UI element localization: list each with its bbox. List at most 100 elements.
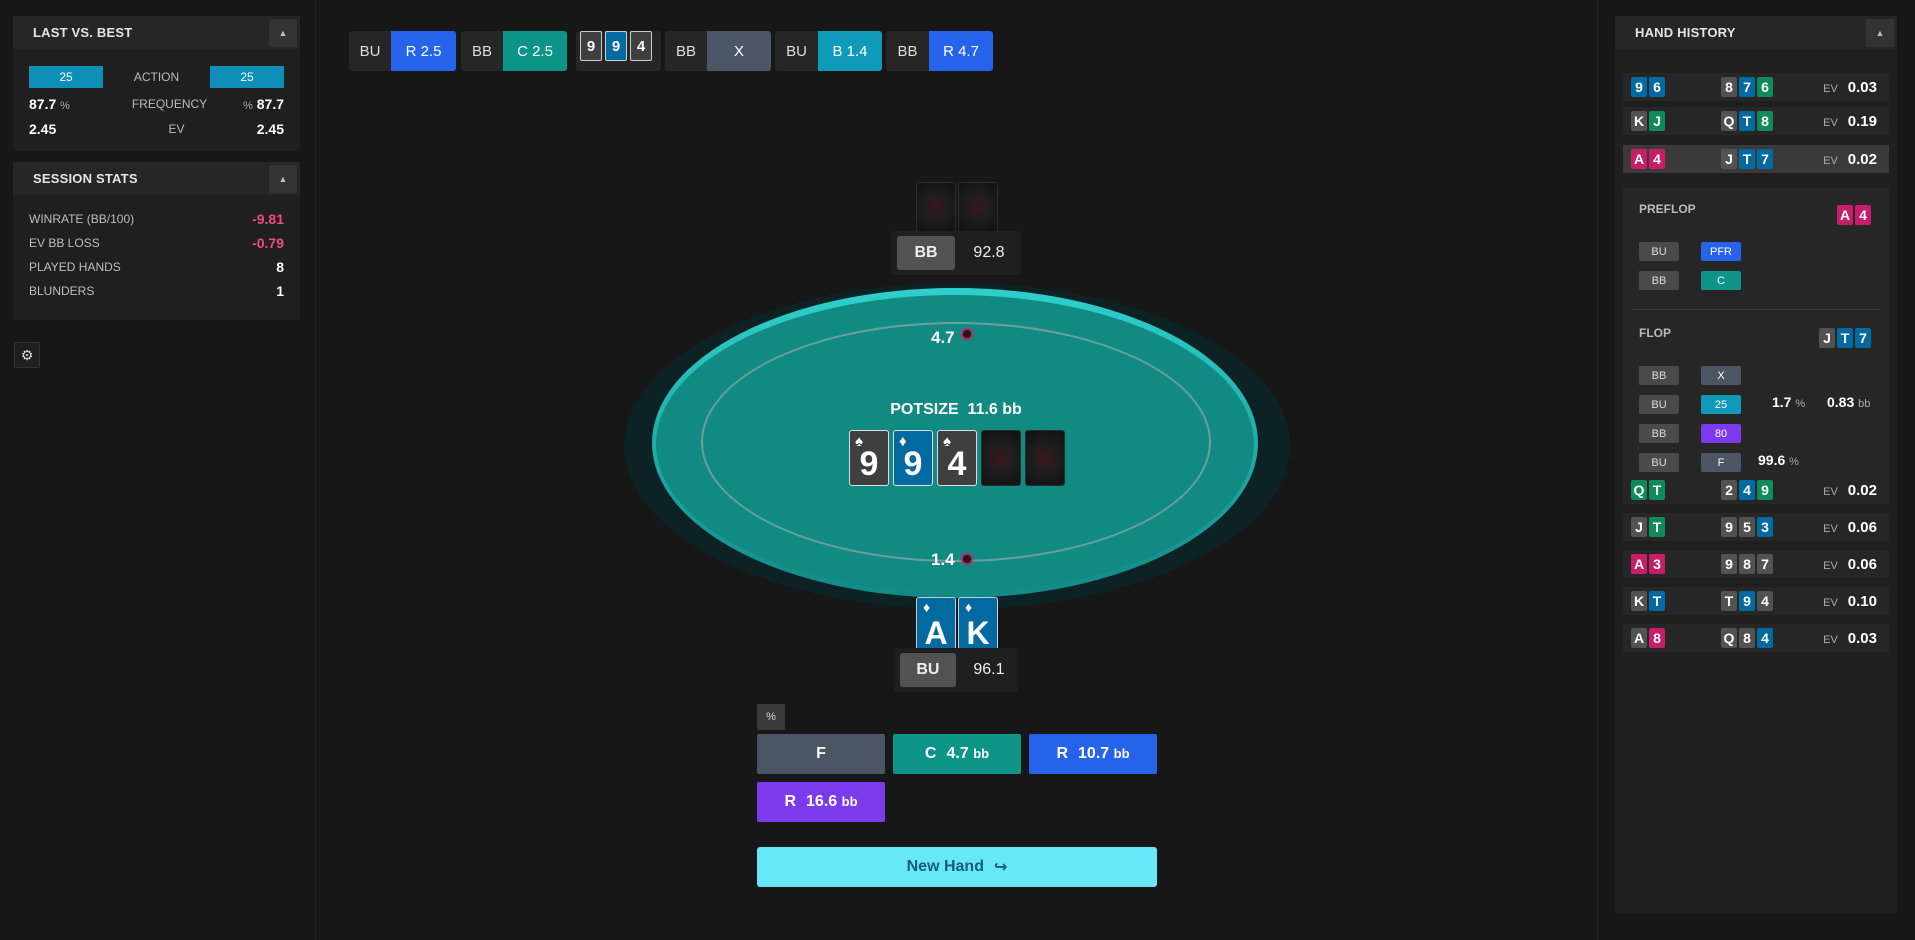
ev-row: 2.45 EV 2.45	[29, 121, 284, 137]
flop-action-position: BU	[1639, 453, 1679, 472]
hand-history-panel: HAND HISTORY ▲ 9 6 8 7 6 EV 0.03 K J Q T 8 EV 0.19 A 4 J…	[1615, 16, 1897, 914]
flop-action: 80	[1701, 424, 1741, 443]
strip-flop-card: 4	[630, 31, 652, 61]
action-strip-bb-raise: BB R 4.7	[886, 31, 993, 71]
history-board-card: 4	[1739, 480, 1755, 500]
raise-small-button[interactable]: R 10.7 bb	[1029, 734, 1157, 774]
villain-bet: 4.7	[931, 328, 973, 348]
last-action-chip: 25	[29, 66, 103, 88]
history-board-card: 4	[1757, 591, 1773, 611]
strip-position: BB	[886, 31, 929, 71]
board-card: ♠ 9	[849, 430, 889, 486]
history-board-card: 8	[1739, 554, 1755, 574]
session-stats-title: SESSION STATS	[33, 171, 138, 186]
board-card: ♦ 9	[893, 430, 933, 486]
strip-flop-card: 9	[580, 31, 602, 61]
best-frequency: % 87.7	[243, 96, 284, 112]
preflop-label: PREFLOP	[1639, 202, 1696, 216]
history-board-card: 3	[1757, 517, 1773, 537]
strip-action: R 2.5	[391, 31, 456, 71]
hand-history-row[interactable]: K J Q T 8 EV 0.19	[1623, 107, 1889, 135]
history-ev-value: 0.06	[1847, 518, 1877, 536]
history-hole-card: J	[1631, 517, 1647, 537]
frequency-row: 87.7 % FREQUENCY % 87.7	[29, 96, 284, 112]
villain-position: BB	[897, 236, 955, 270]
history-hole-card: T	[1649, 591, 1665, 611]
collapse-hand-history-button[interactable]: ▲	[1866, 18, 1894, 47]
history-ev-label: EV	[1823, 116, 1838, 129]
flop-action-position: BU	[1639, 395, 1679, 414]
left-sidebar: LAST VS. BEST ▲ 25 ACTION 25 87.7 % FREQ…	[0, 0, 316, 940]
history-board-card: 7	[1757, 554, 1773, 574]
history-board-card: Q	[1721, 628, 1737, 648]
new-hand-button[interactable]: New Hand ↪	[757, 847, 1157, 887]
flop-action-bb: 0.83 bb	[1827, 394, 1871, 410]
history-ev-label: EV	[1823, 82, 1838, 95]
history-hole-card: 4	[1649, 149, 1665, 169]
call-button[interactable]: C 4.7 bb	[893, 734, 1021, 774]
call-label: C	[924, 745, 937, 762]
detail-divider	[1631, 309, 1881, 310]
hand-history-header: HAND HISTORY ▲	[1615, 16, 1897, 49]
strip-position: BU	[775, 31, 818, 71]
history-board-card: 5	[1739, 517, 1755, 537]
history-hole-card: 8	[1649, 628, 1665, 648]
hand-history-row[interactable]: A 4 J T 7 EV 0.02	[1623, 145, 1889, 173]
history-card: T	[1837, 328, 1853, 348]
history-card: J	[1819, 328, 1835, 348]
history-board: T94	[1721, 591, 1775, 611]
last-ev: 2.45	[29, 121, 57, 137]
chevron-up-icon: ▲	[278, 27, 288, 38]
action-strip-bb-call: BB C 2.5	[461, 31, 567, 71]
flop-action: X	[1701, 366, 1741, 385]
settings-button[interactable]: ⚙	[14, 342, 40, 368]
hero-bet-amount: 1.4	[931, 550, 955, 569]
last-vs-best-panel: LAST VS. BEST ▲ 25 ACTION 25 87.7 % FREQ…	[13, 16, 300, 151]
villain-stack: 92.8	[973, 244, 1005, 261]
collapse-session-stats-button[interactable]: ▲	[269, 164, 297, 193]
hand-history-row[interactable]: 9 6 8 7 6 EV 0.03	[1623, 73, 1889, 101]
strip-position: BB	[461, 31, 503, 71]
history-board-card: 9	[1721, 554, 1737, 574]
history-ev-label: EV	[1823, 522, 1838, 535]
last-frequency: 87.7 %	[29, 96, 70, 112]
raise-label: R	[1056, 745, 1069, 762]
chip-icon	[960, 553, 973, 565]
history-board-card: 7	[1739, 77, 1755, 97]
raise-large-button[interactable]: R 16.6 bb	[757, 782, 885, 822]
history-board-card: 9	[1757, 480, 1773, 500]
history-board: QT8	[1721, 111, 1775, 131]
hand-history-row[interactable]: A 8 Q 8 4 EV 0.03	[1623, 624, 1889, 652]
history-ev: EV 0.03	[1823, 79, 1877, 96]
history-board-card: T	[1739, 111, 1755, 131]
history-ev-label: EV	[1823, 596, 1838, 609]
hand-history-row[interactable]: A 3 9 8 7 EV 0.06	[1623, 550, 1889, 578]
preflop-action-position: BB	[1639, 271, 1679, 290]
percent-toggle-button[interactable]: %	[757, 704, 785, 730]
collapse-last-vs-best-button[interactable]: ▲	[269, 18, 297, 47]
history-card: 7	[1855, 328, 1871, 348]
flop-action-frequency: 99.6 %	[1758, 452, 1799, 468]
history-ev: EV 0.02	[1823, 482, 1877, 499]
hand-history-row[interactable]: J T 9 5 3 EV 0.06	[1623, 513, 1889, 541]
history-board-card: 4	[1757, 628, 1773, 648]
hand-history-row[interactable]: K T T 9 4 EV 0.10	[1623, 587, 1889, 615]
flop-action: 25	[1701, 395, 1741, 414]
hand-history-row[interactable]: Q T 2 4 9 EV 0.02	[1623, 476, 1889, 504]
preflop-hole-cards: A 4	[1837, 205, 1873, 225]
session-stats-header: SESSION STATS ▲	[13, 162, 300, 195]
preflop-action: PFR	[1701, 242, 1741, 261]
played-hands-row: PLAYED HANDS 8	[29, 259, 284, 275]
flop-cards: J T 7	[1819, 328, 1873, 348]
ev-loss-row: EV BB LOSS -0.79	[29, 235, 284, 251]
hero-hole-card: ♦ A	[916, 597, 956, 649]
history-ev-label: EV	[1823, 485, 1838, 498]
action-strip-bu-raise: BU R 2.5	[349, 31, 456, 71]
fold-label: F	[816, 745, 826, 762]
history-ev-value: 0.03	[1847, 629, 1877, 647]
ev-loss-label: EV BB LOSS	[29, 236, 100, 250]
call-amount: 4.7 bb	[946, 745, 990, 762]
fold-button[interactable]: F	[757, 734, 885, 774]
hand-history-title: HAND HISTORY	[1635, 25, 1736, 40]
history-board-card: 9	[1721, 517, 1737, 537]
